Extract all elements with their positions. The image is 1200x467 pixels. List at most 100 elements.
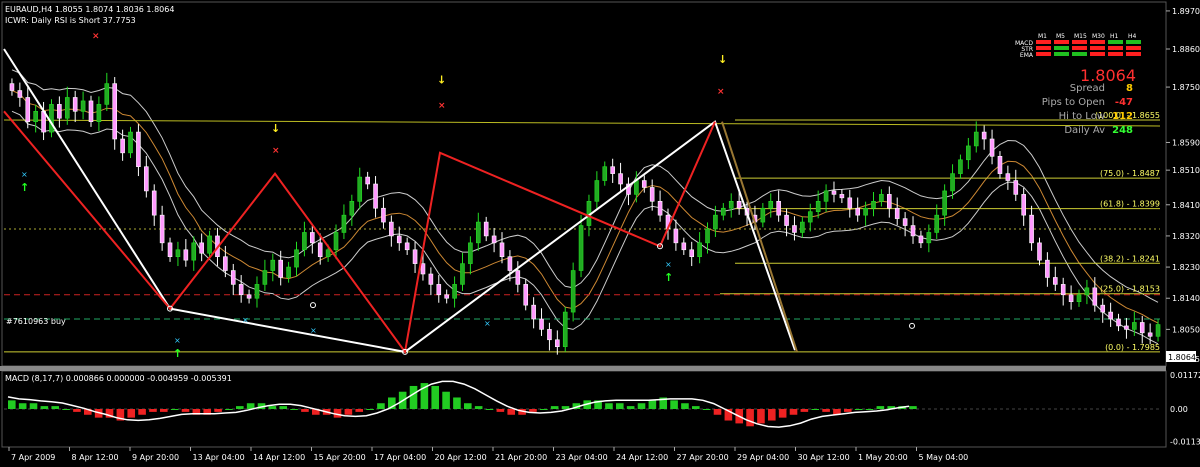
candle-body xyxy=(349,201,355,216)
price-tick-label: 1.8750 xyxy=(1172,83,1200,92)
yellow-arrow-down-icon: ↓ xyxy=(718,53,727,66)
candle-body xyxy=(570,270,576,313)
macd-bar xyxy=(616,403,624,409)
candle-body xyxy=(1139,322,1145,334)
signal-cell xyxy=(1108,46,1123,50)
macd-bar xyxy=(909,406,917,409)
yellow-arrow-down-icon: ↓ xyxy=(437,74,446,87)
candle-body xyxy=(9,83,15,91)
candle-body xyxy=(96,104,102,122)
price-tick-label: 1.8860 xyxy=(1172,45,1200,54)
signal-cell xyxy=(1072,52,1087,56)
macd-bar xyxy=(279,406,288,409)
price-tick-label: 1.8230 xyxy=(1172,263,1200,272)
fib-label: (75.0) - 1.8487 xyxy=(1100,169,1160,178)
signal-cell xyxy=(1054,40,1069,44)
candle-body xyxy=(491,235,497,244)
candle-body xyxy=(523,284,529,306)
cyan-x-marker: × xyxy=(174,336,181,345)
macd-bar xyxy=(409,385,418,409)
macd-bar xyxy=(529,409,537,412)
time-tick-label: 15 Apr 20:00 xyxy=(314,453,366,462)
signal-cell xyxy=(1072,46,1087,50)
candle-body xyxy=(1124,325,1129,330)
candle-body xyxy=(246,294,252,299)
macd-bar xyxy=(170,409,179,410)
macd-bar xyxy=(822,409,830,412)
candle-body xyxy=(57,104,62,119)
candle-body xyxy=(547,329,552,341)
candle-body xyxy=(792,225,797,233)
candle-body xyxy=(341,214,347,233)
candle-body xyxy=(807,211,813,223)
macd-bar xyxy=(160,409,168,412)
candle-body xyxy=(515,270,521,285)
candle-body xyxy=(286,266,291,278)
candle-body xyxy=(223,256,228,271)
macd-bar xyxy=(854,409,863,410)
time-tick-label: 20 Apr 12:00 xyxy=(435,453,487,462)
candle-body xyxy=(396,235,402,244)
candle-body xyxy=(531,304,536,320)
candle-body xyxy=(1021,194,1026,216)
macd-label: MACD (8,17,7) 0.000866 0.000000 -0.00495… xyxy=(5,374,232,383)
candle-body xyxy=(973,131,979,147)
candle-body xyxy=(1005,173,1011,181)
candle-body xyxy=(191,242,197,261)
candle-body xyxy=(736,201,742,209)
signal-cell xyxy=(1126,40,1141,44)
price-tick-label: 1.8970 xyxy=(1172,7,1200,16)
candle-body xyxy=(958,159,963,174)
candle-body xyxy=(80,100,86,112)
macd-bar xyxy=(355,409,364,412)
macd-bar xyxy=(757,409,765,424)
candle-body xyxy=(721,207,726,216)
time-tick-label: 13 Apr 04:00 xyxy=(193,453,245,462)
green-arrow-up-icon: ↑ xyxy=(173,347,182,360)
candle-body xyxy=(981,131,987,140)
candle-body xyxy=(966,145,971,161)
red-x-marker: × xyxy=(717,87,725,97)
spread-value: 8 xyxy=(1126,83,1133,94)
fib-label: (38.2) - 1.8241 xyxy=(1100,254,1160,263)
candle-body xyxy=(1155,324,1161,337)
candle-body xyxy=(302,232,307,251)
candle-body xyxy=(1092,287,1098,306)
panel-row-label: EMA xyxy=(1020,52,1034,59)
macd-bar xyxy=(605,403,613,409)
time-tick-label: 9 Apr 20:00 xyxy=(132,453,179,462)
signal-cell xyxy=(1036,52,1051,56)
candle-body xyxy=(855,207,860,216)
candle-body xyxy=(175,249,181,257)
hilo-value: 112 xyxy=(1112,111,1133,122)
time-tick-label: 17 Apr 04:00 xyxy=(374,453,426,462)
candle-body xyxy=(1052,277,1058,285)
candle-body xyxy=(33,111,38,122)
signal-cell xyxy=(1036,46,1051,50)
signal-cell xyxy=(1108,52,1123,56)
candle-body xyxy=(88,100,94,122)
candle-body xyxy=(768,201,774,209)
red-x-marker: × xyxy=(272,146,280,156)
candle-body xyxy=(989,138,995,157)
macd-bar xyxy=(453,397,461,409)
macd-bar xyxy=(648,400,657,409)
candle-body xyxy=(594,180,600,202)
macd-bar xyxy=(149,409,157,412)
candle-body xyxy=(381,207,386,223)
candle-body xyxy=(238,284,244,296)
candle-body xyxy=(871,201,876,209)
candle-body xyxy=(578,225,584,271)
forex-chart: (100.0) - 1.8655(75.0) - 1.8487(61.8) - … xyxy=(0,0,1200,467)
candle-body xyxy=(831,190,837,195)
candle-body xyxy=(713,214,718,230)
candle-body xyxy=(823,190,829,202)
macd-bar xyxy=(18,403,27,409)
candle-body xyxy=(468,242,473,264)
hilo-label: Hi to Low xyxy=(1059,111,1105,122)
timeframe-label: H4 xyxy=(1128,33,1137,40)
signal-cell xyxy=(1090,52,1105,56)
candle-body xyxy=(183,249,189,261)
candle-body xyxy=(657,201,663,216)
candle-body xyxy=(1037,242,1042,261)
